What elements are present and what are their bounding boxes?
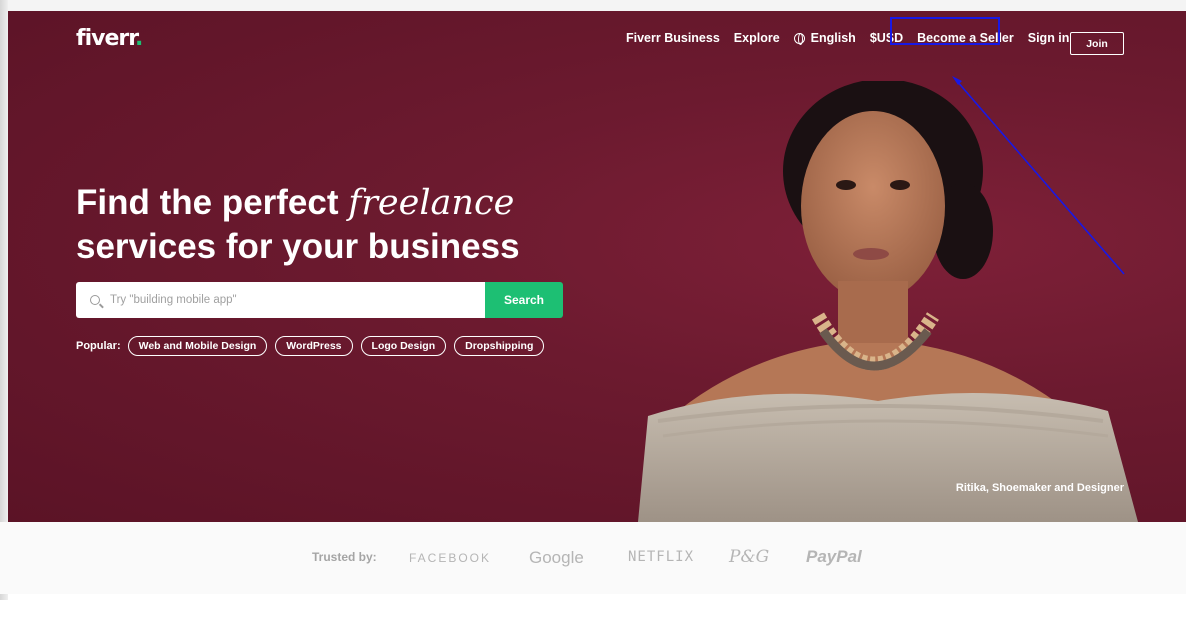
nav-fiverr-business[interactable]: Fiverr Business bbox=[626, 31, 720, 45]
nav-language[interactable]: English bbox=[793, 31, 856, 45]
browser-top-strip bbox=[0, 0, 1186, 11]
trusted-by-bar: Trusted by: FACEBOOK Google NETFLIX P&G … bbox=[0, 522, 1186, 594]
logo-text: fiverr bbox=[76, 26, 136, 51]
hero-section: fiverr. Fiverr Business Explore English … bbox=[8, 11, 1186, 522]
popular-tags: Popular: Web and Mobile Design WordPress… bbox=[76, 336, 552, 356]
netflix-logo: NETFLIX bbox=[628, 549, 695, 565]
search-field[interactable] bbox=[76, 282, 485, 318]
language-label: English bbox=[810, 31, 856, 45]
nav-sign-in[interactable]: Sign in bbox=[1028, 31, 1070, 45]
headline-line-2: services for your business bbox=[76, 227, 520, 266]
trusted-label: Trusted by: bbox=[312, 550, 377, 564]
facebook-logo: FACEBOOK bbox=[409, 551, 492, 565]
browser-left-edge bbox=[0, 0, 8, 600]
fiverr-logo[interactable]: fiverr. bbox=[76, 26, 143, 51]
google-logo: Google bbox=[529, 548, 584, 567]
search-bar: Search bbox=[76, 282, 563, 318]
nav-explore[interactable]: Explore bbox=[734, 31, 780, 45]
globe-icon bbox=[793, 32, 805, 45]
headline-line-1: Find the perfect freelance bbox=[76, 181, 520, 225]
join-button[interactable]: Join bbox=[1070, 32, 1124, 55]
logo-dot: . bbox=[134, 26, 143, 51]
popular-tag-wordpress[interactable]: WordPress bbox=[275, 336, 353, 356]
headline-text: Find the perfect bbox=[76, 183, 349, 222]
popular-tag-web-mobile-design[interactable]: Web and Mobile Design bbox=[127, 336, 268, 356]
search-input[interactable] bbox=[110, 294, 470, 306]
pg-logo: P&G bbox=[729, 547, 770, 567]
become-seller-highlight-box bbox=[890, 17, 1000, 45]
hero-caption: Ritika, Shoemaker and Designer bbox=[955, 482, 1124, 494]
paypal-logo: PayPal bbox=[806, 547, 862, 566]
hero-person-image bbox=[638, 81, 1138, 522]
headline-italic-word: freelance bbox=[348, 183, 515, 223]
top-nav: Fiverr Business Explore English $USD Bec… bbox=[626, 31, 1083, 45]
search-icon bbox=[90, 295, 100, 305]
popular-tag-dropshipping[interactable]: Dropshipping bbox=[454, 336, 545, 356]
hero-headline: Find the perfect freelance services for … bbox=[76, 181, 520, 268]
popular-label: Popular: bbox=[76, 340, 121, 352]
search-button[interactable]: Search bbox=[485, 282, 563, 318]
popular-tag-logo-design[interactable]: Logo Design bbox=[360, 336, 447, 356]
